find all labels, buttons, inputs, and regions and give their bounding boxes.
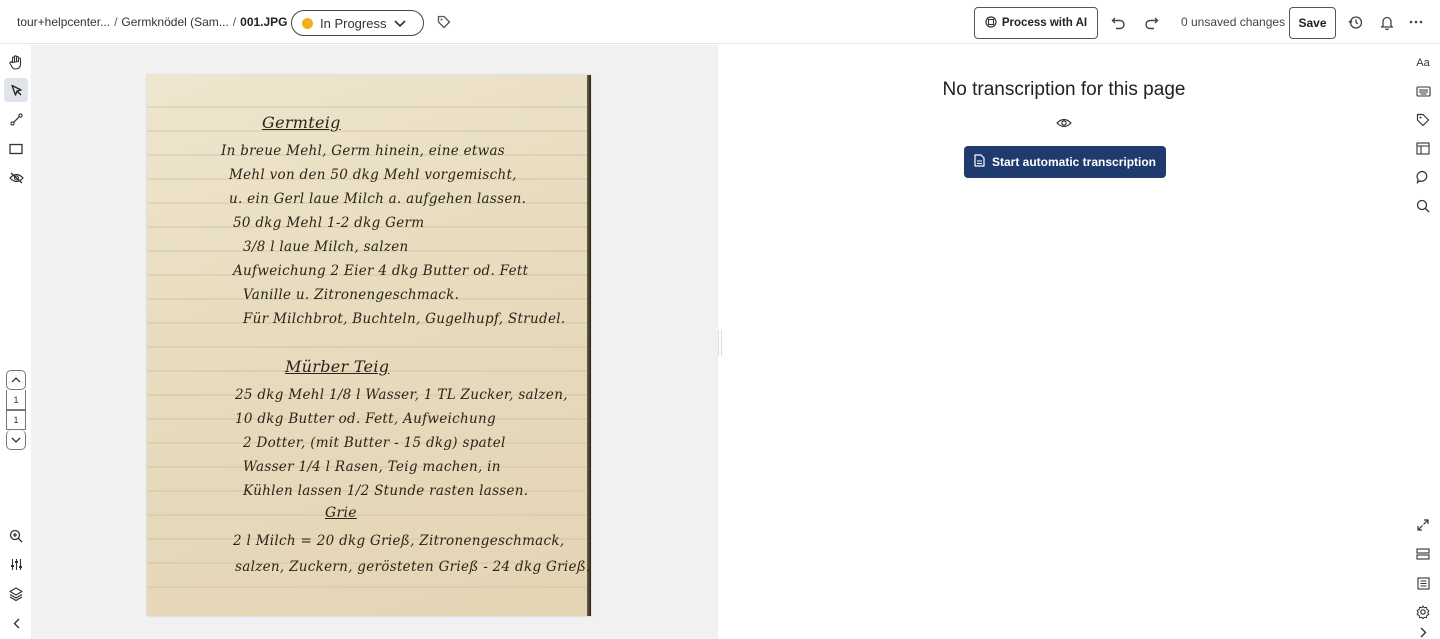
page-edge xyxy=(587,75,591,616)
transcription-panel: No transcription for this page Start aut… xyxy=(722,45,1406,639)
zoom-in-icon[interactable] xyxy=(4,524,28,548)
chevron-left-icon[interactable] xyxy=(4,611,28,635)
handwriting-line: Mehl von den 50 dkg Mehl vorgemischt, xyxy=(229,167,517,183)
eye-icon[interactable] xyxy=(1056,117,1072,131)
tag-icon[interactable] xyxy=(437,15,451,29)
sliders-icon[interactable] xyxy=(4,552,28,576)
handwriting-line: 2 Dotter, (mit Butter - 15 dkg) spatel xyxy=(243,435,506,451)
hand-icon[interactable] xyxy=(4,50,28,74)
rectangle-icon[interactable] xyxy=(4,137,28,161)
layers-icon[interactable] xyxy=(4,582,28,606)
pointer-icon[interactable] xyxy=(4,78,28,102)
handwriting-line: Kühlen lassen 1/2 Stunde rasten lassen. xyxy=(243,483,529,499)
text-size-icon[interactable]: Aa xyxy=(1414,54,1432,72)
ai-chip-icon xyxy=(985,15,997,31)
handwriting-line: u. ein Gerl laue Milch a. aufgehen lasse… xyxy=(229,191,527,207)
handwriting-line: 50 dkg Mehl 1-2 dkg Germ xyxy=(233,215,425,231)
handwriting-title: Germteig xyxy=(262,113,341,132)
document-icon xyxy=(974,154,985,170)
handwriting-line: Aufweichung 2 Eier 4 dkg Butter od. Fett xyxy=(233,263,529,279)
current-page-number[interactable]: 1 xyxy=(6,390,26,410)
comment-icon[interactable] xyxy=(1414,168,1432,186)
undo-icon[interactable] xyxy=(1110,14,1126,30)
left-toolbar: 1 1 xyxy=(0,45,31,639)
breadcrumb-project[interactable]: tour+helpcenter... xyxy=(17,15,110,29)
keyboard-icon[interactable] xyxy=(1414,82,1432,100)
total-page-number: 1 xyxy=(6,410,26,430)
handwriting-subtitle: Mürber Teig xyxy=(285,357,390,376)
breadcrumb-separator: / xyxy=(114,15,118,29)
start-transcription-label: Start automatic transcription xyxy=(991,155,1157,169)
eye-off-icon[interactable] xyxy=(4,166,28,190)
more-options-icon[interactable] xyxy=(1408,14,1424,30)
unsaved-changes-text: 0 unsaved changes xyxy=(1181,15,1286,29)
status-dropdown[interactable]: In Progress xyxy=(291,10,424,36)
bell-icon[interactable] xyxy=(1379,14,1395,30)
document-icon[interactable] xyxy=(1414,574,1432,592)
history-icon[interactable] xyxy=(1347,14,1363,30)
handwriting-line: Wasser 1/4 l Rasen, Teig machen, in xyxy=(243,459,501,475)
right-toolbar: Aa xyxy=(1406,45,1440,639)
tag-icon[interactable] xyxy=(1414,111,1432,129)
chevron-down-icon[interactable] xyxy=(6,430,26,450)
breadcrumb-document[interactable]: Germknödel (Sam... xyxy=(121,15,228,29)
process-with-ai-label: Process with AI xyxy=(1001,17,1088,29)
handwriting-line: 2 l Milch = 20 dkg Grieß, Zitronengeschm… xyxy=(233,533,565,549)
chevron-right-icon[interactable] xyxy=(1414,623,1432,639)
breadcrumb-page: 001.JPG xyxy=(240,15,288,29)
handwriting-line: salzen, Zuckern, gerösteten Grieß - 24 d… xyxy=(235,559,591,575)
status-label: In Progress xyxy=(320,15,387,31)
start-transcription-button[interactable]: Start automatic transcription xyxy=(964,146,1166,178)
settings-icon[interactable] xyxy=(1414,603,1432,621)
handwriting-line: In breue Mehl, Germ hinein, eine etwas xyxy=(221,143,506,159)
document-scan-image: Germteig In breue Mehl, Germ hinein, ein… xyxy=(147,75,591,616)
handwriting-line: Vanille u. Zitronengeschmack. xyxy=(243,287,460,303)
handwriting-subtitle: Grie xyxy=(325,505,357,521)
line-icon[interactable] xyxy=(4,107,28,131)
page-navigator: 1 1 xyxy=(6,370,26,450)
list-icon[interactable] xyxy=(1414,545,1432,563)
handwriting-line: 3/8 l laue Milch, salzen xyxy=(243,239,409,255)
empty-transcription-message: No transcription for this page xyxy=(942,79,1186,100)
chevron-up-icon[interactable] xyxy=(6,370,26,390)
status-dot xyxy=(302,17,313,29)
expand-icon[interactable] xyxy=(1414,516,1432,534)
top-bar: tour+helpcenter... / Germknödel (Sam... … xyxy=(0,0,1440,44)
handwriting-line: 10 dkg Butter od. Fett, Aufweichung xyxy=(235,411,496,427)
redo-icon[interactable] xyxy=(1143,14,1159,30)
layout-icon[interactable] xyxy=(1414,139,1432,157)
search-icon[interactable] xyxy=(1414,197,1432,215)
image-viewer[interactable]: Germteig In breue Mehl, Germ hinein, ein… xyxy=(31,45,718,639)
chevron-down-icon xyxy=(394,16,407,31)
breadcrumb-separator: / xyxy=(232,15,237,29)
breadcrumb: tour+helpcenter... / Germknödel (Sam... … xyxy=(17,15,288,29)
save-button[interactable]: Save xyxy=(1289,7,1336,39)
handwriting-line: Für Milchbrot, Buchteln, Gugelhupf, Stru… xyxy=(243,311,566,327)
handwriting-line: 25 dkg Mehl 1/8 l Wasser, 1 TL Zucker, s… xyxy=(235,387,568,403)
process-with-ai-button[interactable]: Process with AI xyxy=(974,7,1098,39)
